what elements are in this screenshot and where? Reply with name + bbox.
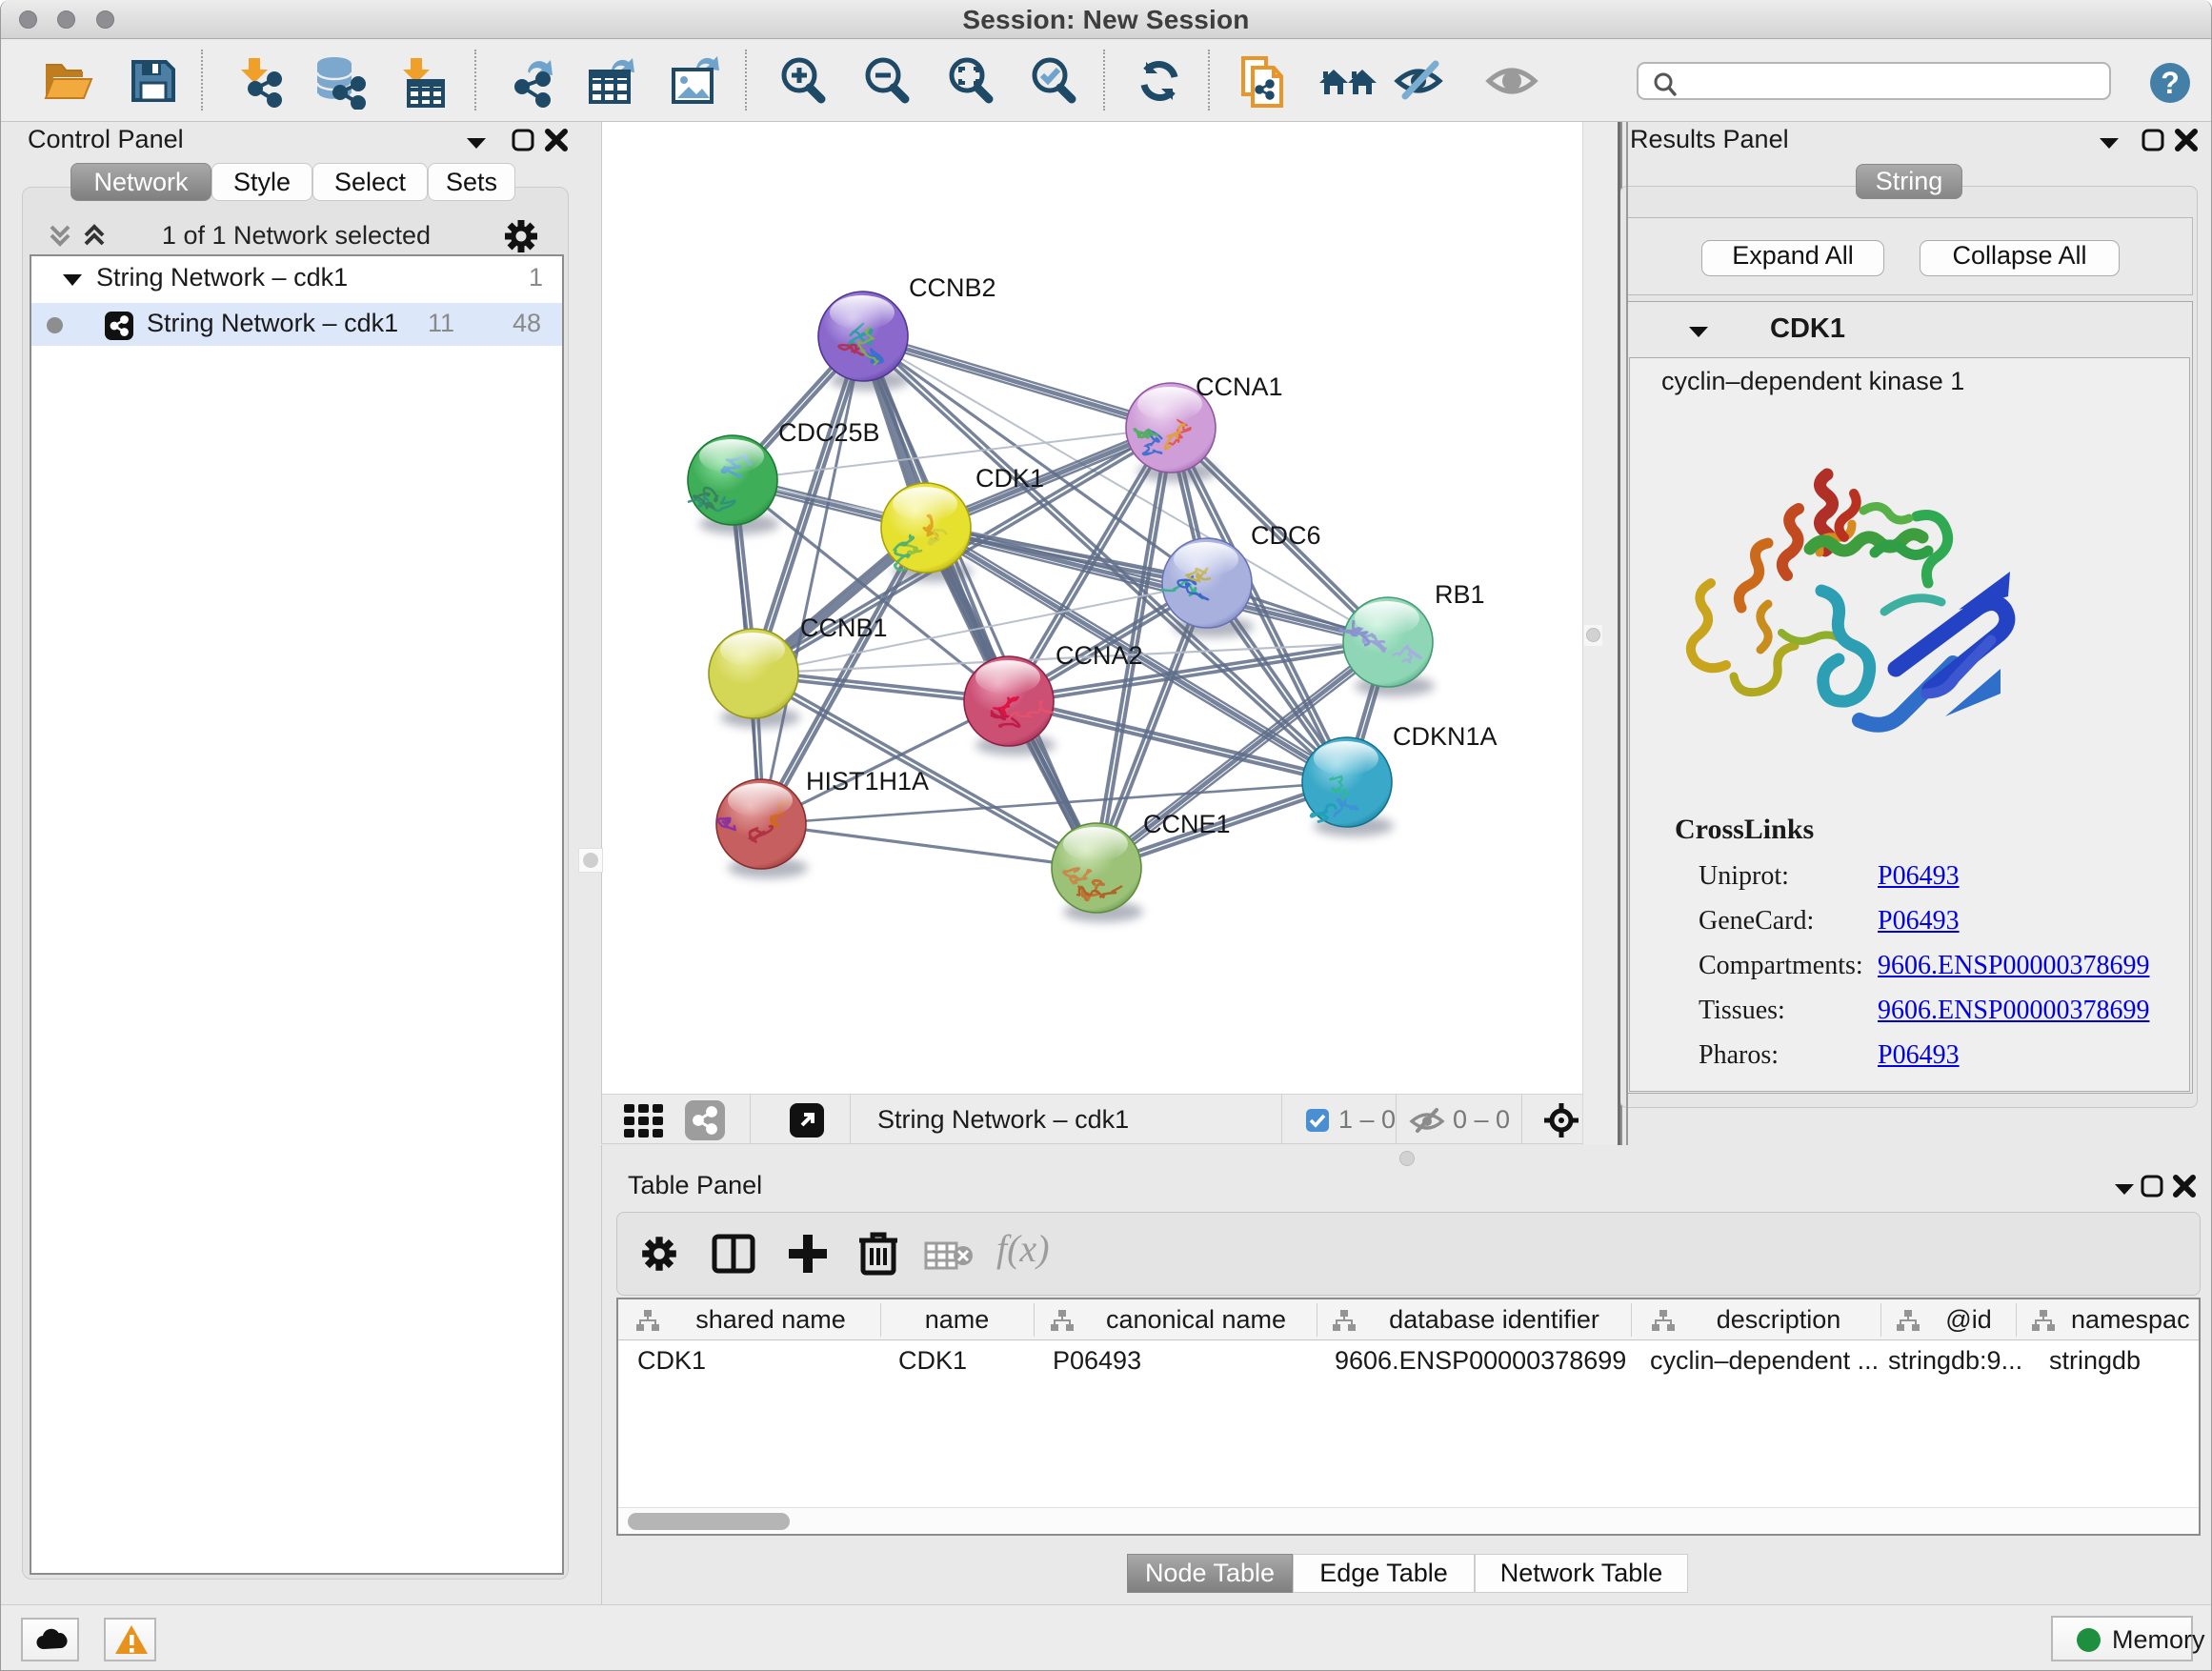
svg-text:RB1: RB1 (1435, 580, 1485, 609)
svg-text:CCNE1: CCNE1 (1143, 810, 1231, 838)
svg-text:CCNA1: CCNA1 (1196, 372, 1283, 401)
svg-text:CCNA2: CCNA2 (1056, 641, 1143, 670)
svg-text:CDC25B: CDC25B (778, 418, 880, 447)
svg-text:?: ? (2161, 66, 2180, 100)
svg-text:HIST1H1A: HIST1H1A (806, 767, 929, 795)
svg-text:CDK1: CDK1 (975, 464, 1044, 493)
svg-text:CDC6: CDC6 (1251, 521, 1321, 550)
svg-text:CCNB2: CCNB2 (909, 273, 996, 302)
svg-text:CDKN1A: CDKN1A (1393, 722, 1498, 751)
svg-text:CCNB1: CCNB1 (800, 614, 888, 642)
